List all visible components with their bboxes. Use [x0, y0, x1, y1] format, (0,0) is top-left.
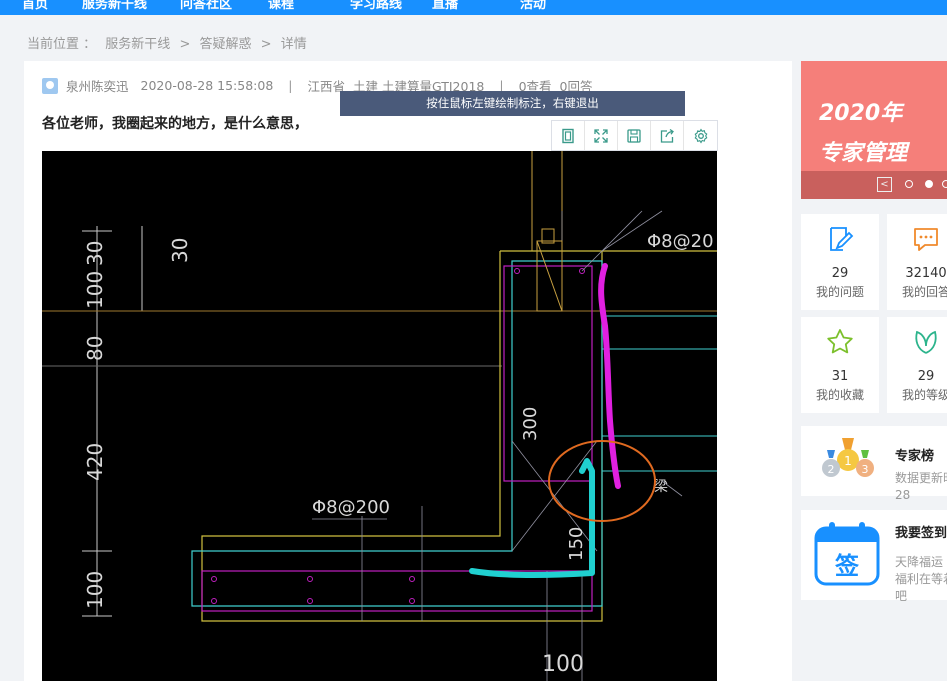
sign-badge-text: 签	[834, 552, 860, 580]
banner-dot[interactable]	[942, 180, 947, 188]
stat-label: 我的回答	[901, 285, 947, 299]
user-avatar-icon[interactable]	[42, 77, 58, 94]
fit-screen-button[interactable]	[552, 121, 585, 150]
share-button[interactable]	[651, 121, 684, 150]
banner-prev-icon[interactable]: <	[877, 177, 892, 192]
promo-banner[interactable]: 2020年 专家管理 <	[801, 61, 947, 199]
breadcrumb-separator: >	[260, 37, 272, 52]
svg-text:3: 3	[862, 463, 869, 476]
fit-screen-icon	[562, 128, 574, 143]
fullscreen-icon	[594, 128, 608, 143]
stat-label: 我的收藏	[815, 388, 864, 402]
nav-item[interactable]: 活动	[520, 0, 546, 12]
cad-dim-420: 420	[83, 443, 107, 481]
expert-ranking-desc: 数据更新时	[895, 471, 947, 485]
svg-text:1: 1	[844, 454, 852, 468]
nav-item[interactable]: 直播	[432, 0, 458, 12]
stat-label: 我的问题	[815, 285, 864, 299]
banner-dot[interactable]	[905, 180, 913, 188]
image-toolbar	[551, 120, 718, 151]
stat-number: 31	[831, 369, 849, 384]
breadcrumb: 当前位置 ： 服务新干线 > 答疑解惑 > 详情	[27, 33, 312, 52]
meta-divider: |	[288, 78, 293, 93]
cad-rebar-top-label: Φ8@20	[647, 231, 714, 252]
cad-drawing-image[interactable]: 30 100 80 420 100 30 Φ8@20 Φ8@200 300 15…	[42, 151, 717, 681]
sign-in-desc: 天降福运	[895, 555, 944, 569]
cad-dim-150: 150	[566, 527, 587, 561]
cad-dim-30b: 30	[168, 238, 192, 263]
leaf-icon	[915, 330, 937, 354]
stat-number: 29	[917, 369, 935, 384]
banner-pager: <	[801, 171, 947, 199]
question-card: 泉州陈奕迅 2020-08-28 15:58:08 | 江西省 土建 土建算量G…	[24, 61, 792, 681]
question-title: 各位老师，我圈起来的地方，是什么意思，	[42, 116, 308, 132]
breadcrumb-link[interactable]: 答疑解惑	[199, 37, 251, 52]
sign-in-desc: 福利在等着	[895, 572, 947, 586]
sign-in-desc: 吧	[895, 589, 908, 603]
stat-my-favorites[interactable]: 31 我的收藏	[801, 317, 879, 413]
breadcrumb-current: 详情	[280, 37, 307, 52]
edit-icon	[830, 227, 854, 251]
nav-item[interactable]: 学习路线	[350, 0, 402, 12]
banner-subtitle: 专家管理	[819, 141, 908, 166]
stat-label: 我的等级	[901, 388, 947, 402]
stat-my-questions[interactable]: 29 我的问题	[801, 214, 879, 310]
fullscreen-button[interactable]	[585, 121, 618, 150]
cad-hint-tooltip: 按住鼠标左键绘制标注，右键退出	[340, 91, 685, 116]
cad-dim-100: 100	[83, 271, 107, 309]
banner-title: 2020年	[819, 101, 903, 126]
nav-item[interactable]: 课程	[268, 0, 294, 12]
sign-in-title: 我要签到	[895, 526, 947, 541]
svg-text:2: 2	[828, 463, 835, 476]
settings-button[interactable]	[684, 121, 717, 150]
cad-dim-30: 30	[83, 241, 107, 266]
cad-rebar-left-label: Φ8@200	[312, 497, 390, 518]
gear-icon	[694, 127, 707, 144]
stat-number: 32140	[905, 266, 947, 281]
save-button[interactable]	[618, 121, 651, 150]
nav-item[interactable]: 首页	[22, 0, 48, 12]
cad-drawing: 30 100 80 420 100 30 Φ8@20 Φ8@200 300 15…	[42, 151, 717, 681]
stat-my-level[interactable]: 29 我的等级	[887, 317, 947, 413]
share-icon	[660, 128, 674, 143]
stat-number: 29	[831, 266, 849, 281]
expert-ranking-date: 28	[895, 488, 911, 502]
cad-dim-100b: 100	[83, 571, 107, 609]
top-nav-bar: 首页 服务新干线 问答社区 课程 学习路线 直播 活动	[0, 0, 947, 15]
cad-beam-label: 梁	[654, 479, 668, 495]
medals-icon: 1 2 3	[822, 438, 874, 477]
nav-item[interactable]: 问答社区	[180, 0, 232, 12]
chat-bubble-icon	[914, 228, 938, 251]
cad-dim-80: 80	[83, 336, 107, 361]
breadcrumb-link[interactable]: 服务新干线	[105, 37, 170, 52]
post-datetime: 2020-08-28 15:58:08	[140, 78, 274, 93]
star-icon	[827, 329, 853, 354]
save-icon	[627, 128, 641, 143]
calendar-sign-icon: 签	[814, 522, 880, 586]
author-name[interactable]: 泉州陈奕迅	[66, 76, 129, 95]
sign-in-card[interactable]: 签 我要签到 天降福运 福利在等着 吧	[801, 510, 947, 603]
expert-ranking-card[interactable]: 1 2 3 专家榜 数据更新时 28	[801, 426, 947, 502]
banner-dot-active[interactable]	[925, 180, 933, 188]
magenta-annotation	[598, 263, 621, 489]
expert-ranking-title: 专家榜	[895, 449, 935, 464]
stat-my-answers[interactable]: 32140 我的回答	[887, 214, 947, 310]
cad-dim-100-bottom: 100	[542, 652, 584, 677]
breadcrumb-separator: >	[179, 37, 191, 52]
breadcrumb-prefix: 当前位置 ：	[27, 37, 97, 52]
nav-item[interactable]: 服务新干线	[82, 0, 147, 12]
cad-dim-300: 300	[520, 407, 541, 441]
